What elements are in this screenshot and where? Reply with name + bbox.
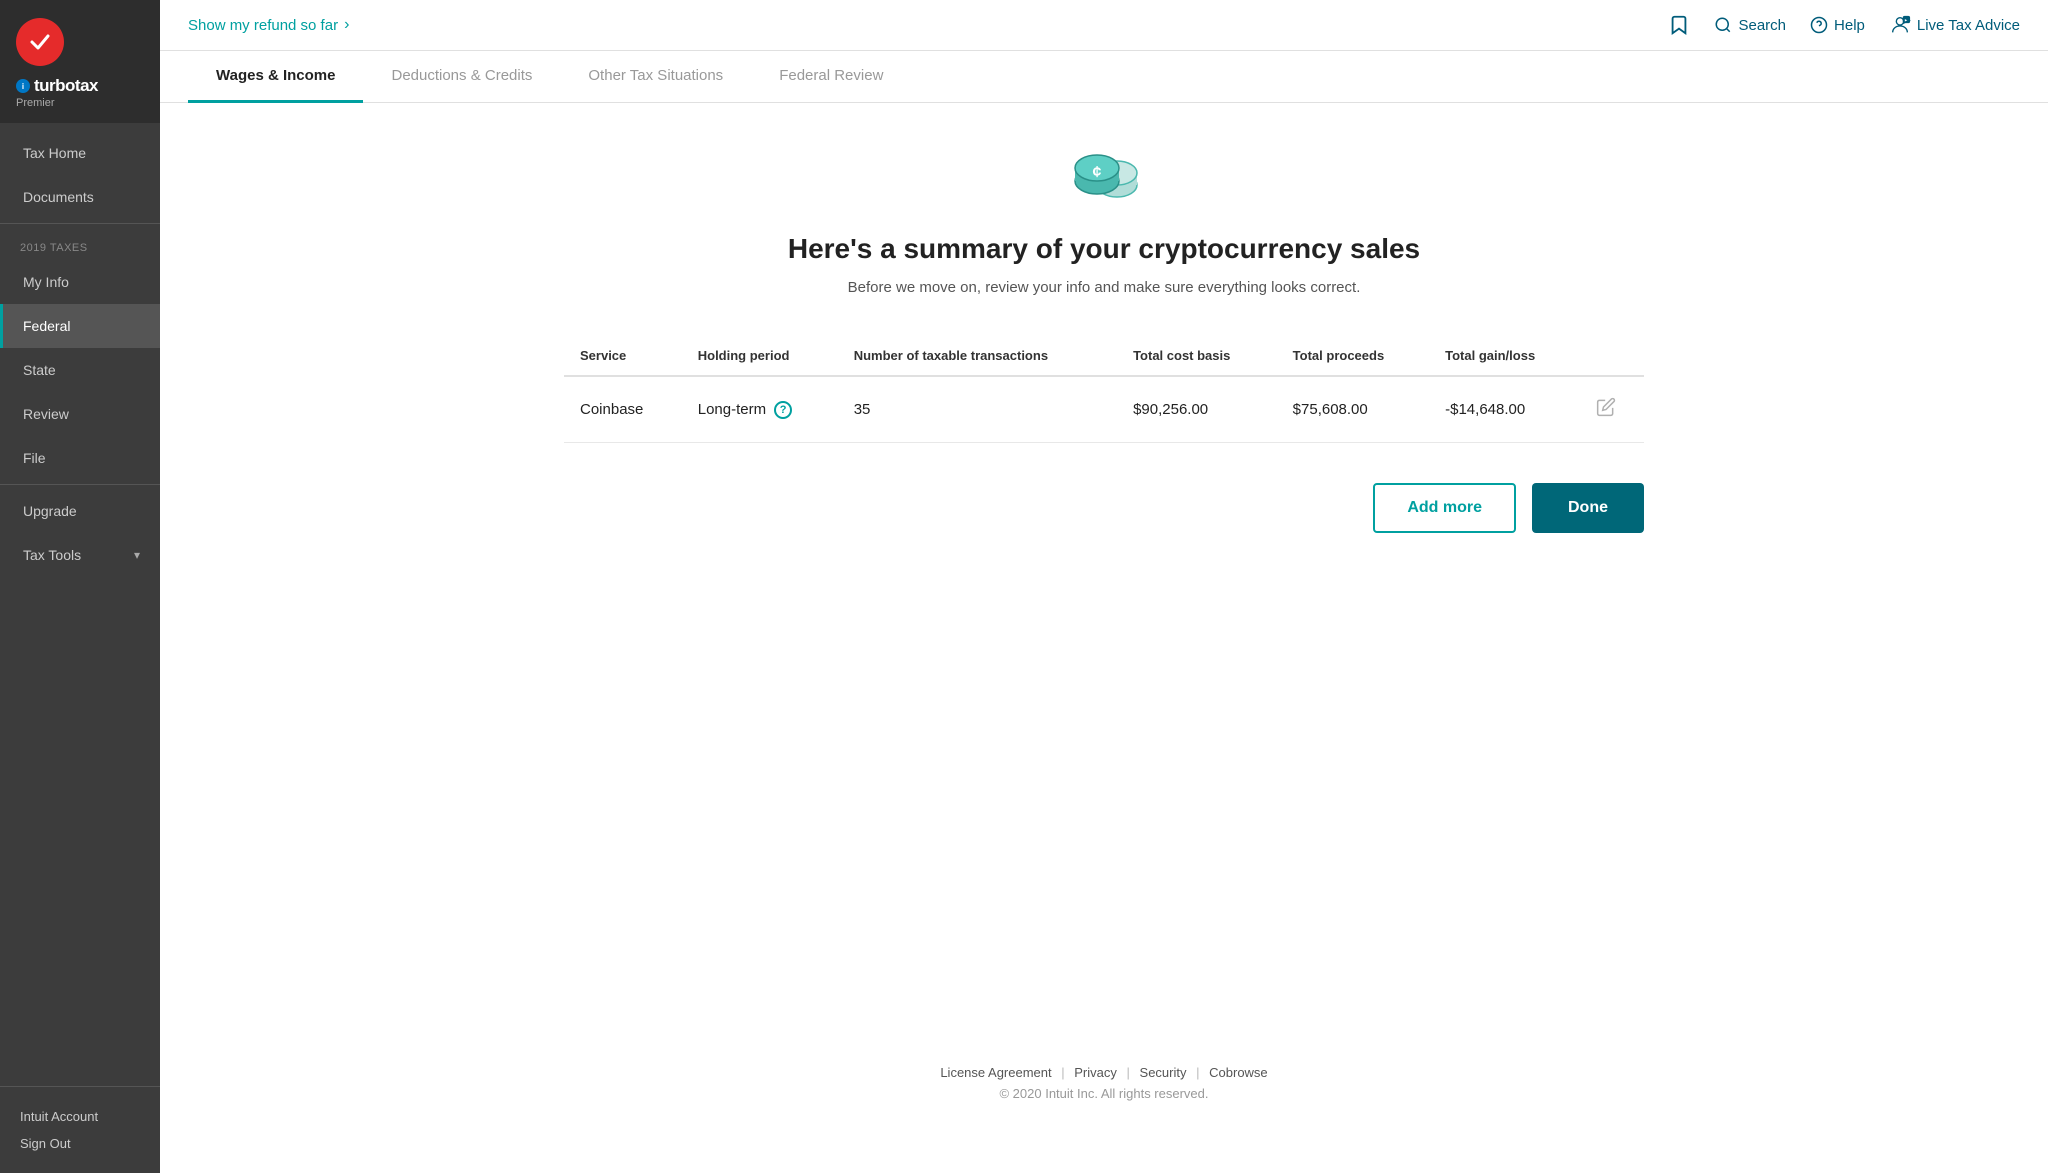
done-button[interactable]: Done — [1532, 483, 1644, 533]
main-tabs: Wages & Income Deductions & Credits Othe… — [160, 51, 2048, 103]
help-action[interactable]: Help — [1810, 16, 1865, 34]
sidebar-item-sign-out[interactable]: Sign Out — [20, 1130, 140, 1157]
help-icon — [1810, 16, 1828, 34]
holding-period-help-icon[interactable]: ? — [774, 401, 792, 419]
crypto-icon: ¢ — [1059, 143, 1149, 213]
live-tax-action[interactable]: ▶ Live Tax Advice — [1889, 14, 2020, 36]
cell-transactions: 35 — [838, 376, 1117, 443]
sidebar-item-state[interactable]: State — [0, 348, 160, 392]
turbotax-logo-icon — [16, 18, 64, 66]
sidebar-item-review[interactable]: Review — [0, 392, 160, 436]
sidebar: i turbotax Premier Tax Home Documents 20… — [0, 0, 160, 1173]
col-header-service: Service — [564, 336, 682, 376]
page-subtitle: Before we move on, review your info and … — [848, 279, 1361, 296]
chevron-right-icon: › — [344, 16, 349, 34]
sidebar-item-intuit-account[interactable]: Intuit Account — [20, 1103, 140, 1130]
footer-links: License Agreement | Privacy | Security |… — [272, 1065, 1936, 1080]
crypto-summary-table: Service Holding period Number of taxable… — [564, 336, 1644, 443]
tab-deductions-credits[interactable]: Deductions & Credits — [363, 51, 560, 103]
intuit-logo-dot: i — [16, 79, 30, 93]
nav-divider-2 — [0, 484, 160, 485]
license-agreement-link[interactable]: License Agreement — [940, 1065, 1051, 1080]
bookmark-icon — [1668, 14, 1690, 36]
person-icon: ▶ — [1889, 14, 1911, 36]
page-title: Here's a summary of your cryptocurrency … — [788, 233, 1420, 265]
sidebar-item-federal[interactable]: Federal — [0, 304, 160, 348]
main-content: Show my refund so far › Search — [160, 0, 2048, 1173]
sidebar-logo: i turbotax Premier — [0, 0, 160, 123]
cell-edit — [1580, 376, 1644, 443]
cell-gain-loss: -$14,648.00 — [1429, 376, 1580, 443]
cell-service: Coinbase — [564, 376, 682, 443]
bookmark-action[interactable] — [1668, 14, 1690, 36]
footer: License Agreement | Privacy | Security |… — [240, 1033, 1968, 1133]
search-icon — [1714, 16, 1732, 34]
add-more-button[interactable]: Add more — [1373, 483, 1516, 533]
svg-text:▶: ▶ — [1903, 17, 1909, 24]
action-row: Add more Done — [564, 483, 1644, 533]
tab-wages-income[interactable]: Wages & Income — [188, 51, 363, 103]
nav-section-label: 2019 TAXES — [0, 228, 160, 260]
search-action[interactable]: Search — [1714, 16, 1786, 34]
nav-divider — [0, 223, 160, 224]
security-link[interactable]: Security — [1140, 1065, 1187, 1080]
refund-link[interactable]: Show my refund so far › — [188, 16, 349, 34]
turbotax-tier: Premier — [16, 97, 98, 109]
sidebar-item-my-info[interactable]: My Info — [0, 260, 160, 304]
turbotax-brand: i turbotax Premier — [16, 76, 98, 109]
sidebar-item-tax-home[interactable]: Tax Home — [0, 131, 160, 175]
tab-federal-review[interactable]: Federal Review — [751, 51, 911, 103]
cell-cost-basis: $90,256.00 — [1117, 376, 1277, 443]
sidebar-item-documents[interactable]: Documents — [0, 175, 160, 219]
sidebar-item-tax-tools[interactable]: Tax Tools ▾ — [0, 533, 160, 577]
sidebar-item-upgrade[interactable]: Upgrade — [0, 489, 160, 533]
sidebar-bottom: Intuit Account Sign Out — [0, 1086, 160, 1173]
svg-text:¢: ¢ — [1093, 164, 1102, 181]
col-header-actions — [1580, 336, 1644, 376]
edit-icon[interactable] — [1596, 401, 1616, 421]
cobrowse-link[interactable]: Cobrowse — [1209, 1065, 1268, 1080]
copyright-text: © 2020 Intuit Inc. All rights reserved. — [272, 1086, 1936, 1101]
topbar: Show my refund so far › Search — [160, 0, 2048, 51]
chevron-down-icon: ▾ — [134, 548, 140, 562]
privacy-link[interactable]: Privacy — [1074, 1065, 1117, 1080]
col-header-holding: Holding period — [682, 336, 838, 376]
col-header-gain-loss: Total gain/loss — [1429, 336, 1580, 376]
table-row: Coinbase Long-term ? 35 $90,256.00 $75,6… — [564, 376, 1644, 443]
sidebar-navigation: Tax Home Documents 2019 TAXES My Info Fe… — [0, 123, 160, 1086]
col-header-transactions: Number of taxable transactions — [838, 336, 1117, 376]
tab-other-tax[interactable]: Other Tax Situations — [560, 51, 751, 103]
sidebar-item-file[interactable]: File — [0, 436, 160, 480]
cell-proceeds: $75,608.00 — [1277, 376, 1429, 443]
turbotax-name: turbotax — [34, 76, 98, 96]
col-header-cost-basis: Total cost basis — [1117, 336, 1277, 376]
col-header-proceeds: Total proceeds — [1277, 336, 1429, 376]
page-content: ¢ Here's a summary of your cryptocurrenc… — [160, 103, 2048, 1173]
topbar-actions: Search Help ▶ Live Tax Advice — [1668, 14, 2020, 36]
cell-holding-period: Long-term ? — [682, 376, 838, 443]
